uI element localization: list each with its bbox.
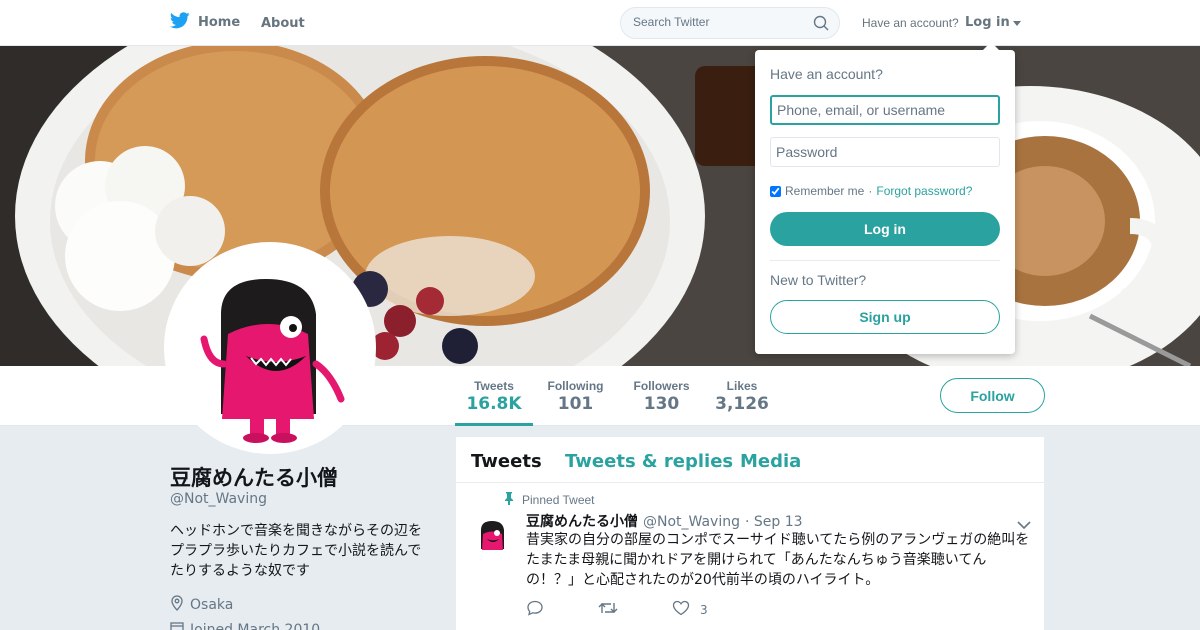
tweet-author-name[interactable]: 豆腐めんたる小僧 (526, 511, 638, 531)
like-count: 3 (700, 602, 708, 617)
stat-value: 130 (643, 394, 680, 414)
tweet-actions: 3 (526, 600, 762, 619)
joined-text: Joined March 2010 (190, 622, 321, 630)
profile-name: 豆腐めんたる小僧 (170, 466, 338, 490)
stat-value: 3,126 (715, 394, 769, 414)
stat-value: 16.8K (466, 394, 522, 414)
stat-label: Followers (633, 379, 690, 393)
timeline-tabs: Tweets Tweets & replies Media (456, 437, 1044, 483)
stat-label: Likes (726, 379, 758, 393)
timeline: Tweets Tweets & replies Media Pinned Twe… (456, 437, 1044, 630)
login-menu-toggle[interactable]: Log in (965, 15, 1021, 30)
reply-button[interactable] (526, 600, 544, 619)
caret-down-icon (1012, 20, 1021, 26)
login-button[interactable]: Log in (770, 212, 1000, 246)
stat-value: 101 (557, 394, 594, 414)
location-pin-icon (170, 595, 184, 615)
calendar-icon (170, 621, 184, 630)
pin-icon (504, 492, 514, 508)
tab-tweets-replies[interactable]: Tweets & replies (565, 451, 733, 472)
stat-label: Tweets (474, 379, 514, 393)
remember-me-label[interactable]: Remember me (785, 184, 864, 198)
profile-handle[interactable]: @Not_Waving (170, 491, 267, 507)
login-label: Log in (965, 15, 1010, 30)
nav-home-label: Home (198, 15, 241, 30)
forgot-password-link[interactable]: Forgot password? (876, 184, 972, 198)
pinned-indicator: Pinned Tweet (504, 492, 595, 508)
profile-bio: ヘッドホンで音楽を聞きながらその辺をプラプラ歩いたりカフェで小説を読んでたりする… (170, 523, 422, 579)
heart-icon (672, 600, 690, 619)
remember-me-checkbox[interactable] (770, 185, 781, 197)
tab-tweets[interactable]: Tweets (471, 451, 542, 472)
separator: · (868, 184, 873, 198)
profile-joined: Joined March 2010 (170, 621, 320, 630)
retweet-button[interactable] (598, 600, 618, 619)
stat-likes[interactable]: Likes 3,126 (713, 366, 771, 426)
search-box (620, 7, 840, 39)
stat-followers[interactable]: Followers 130 (627, 366, 696, 426)
have-account-text: Have an account? (862, 16, 959, 30)
divider (770, 260, 1000, 261)
top-nav: Home About Have an account? Log in (0, 0, 1200, 46)
search-icon[interactable] (813, 15, 829, 35)
nav-home[interactable]: Home (169, 12, 241, 33)
stat-following[interactable]: Following 101 (542, 366, 609, 426)
password-input[interactable] (770, 137, 1000, 167)
tweet-author-handle[interactable]: @Not_Waving (643, 514, 740, 530)
search-input[interactable] (633, 15, 803, 29)
login-dropdown-title: Have an account? (770, 66, 883, 82)
tweet-header: 豆腐めんたる小僧 @Not_Waving · Sep 13 (526, 511, 803, 531)
tab-media[interactable]: Media (740, 451, 801, 472)
new-to-twitter-text: New to Twitter? (770, 272, 867, 288)
profile-avatar[interactable] (164, 242, 376, 454)
retweet-icon (598, 600, 618, 619)
twitter-bird-icon (169, 12, 190, 33)
profile-location: Osaka (170, 595, 233, 615)
nav-about[interactable]: About (261, 16, 305, 31)
username-input[interactable] (770, 95, 1000, 125)
pinned-label: Pinned Tweet (522, 493, 595, 507)
tweet-text: 昔実家の自分の部屋のコンポでスーサイド聴いてたら例のアランヴェガの絶叫をたまたま… (526, 532, 1030, 588)
remember-row: Remember me · Forgot password? (770, 184, 972, 198)
stat-tweets[interactable]: Tweets 16.8K (455, 366, 533, 426)
location-text: Osaka (190, 597, 234, 613)
follow-button[interactable]: Follow (940, 378, 1045, 413)
signup-button[interactable]: Sign up (770, 300, 1000, 334)
stat-label: Following (547, 379, 604, 393)
tweet-avatar[interactable] (472, 516, 512, 556)
tweet-date[interactable]: · Sep 13 (745, 514, 803, 530)
reply-icon (526, 600, 544, 619)
like-button[interactable]: 3 (672, 600, 708, 619)
login-dropdown: Have an account? Remember me · Forgot pa… (755, 42, 1015, 354)
